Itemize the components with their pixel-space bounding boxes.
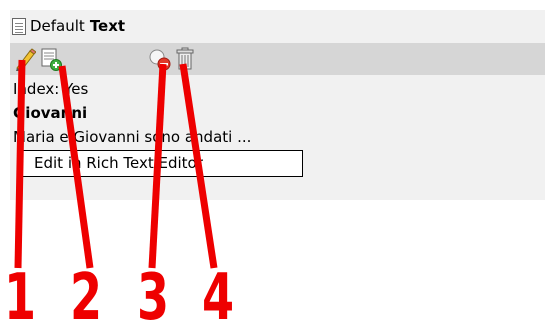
toolbar (10, 43, 545, 75)
callout-label-3: 3 (137, 261, 170, 335)
document-icon (12, 17, 26, 35)
hide-icon[interactable] (148, 47, 171, 71)
callout-label-4: 4 (202, 261, 235, 335)
index-status: Index: Yes (13, 80, 89, 98)
callout-label-1: 1 (4, 261, 37, 335)
pencil-icon[interactable] (14, 47, 37, 72)
callout-label-2: 2 (70, 261, 103, 335)
title-bold: Text (89, 17, 126, 35)
trash-icon[interactable] (174, 47, 196, 71)
content-excerpt: Maria e Giovanni sono andati ... (13, 128, 252, 146)
title-prefix: Default (30, 17, 85, 35)
tooltip: Edit in Rich Text Editor (17, 150, 303, 177)
content-title: Default Text (12, 16, 125, 36)
content-heading: Giovanni (13, 104, 88, 122)
new-document-icon[interactable] (40, 47, 62, 71)
